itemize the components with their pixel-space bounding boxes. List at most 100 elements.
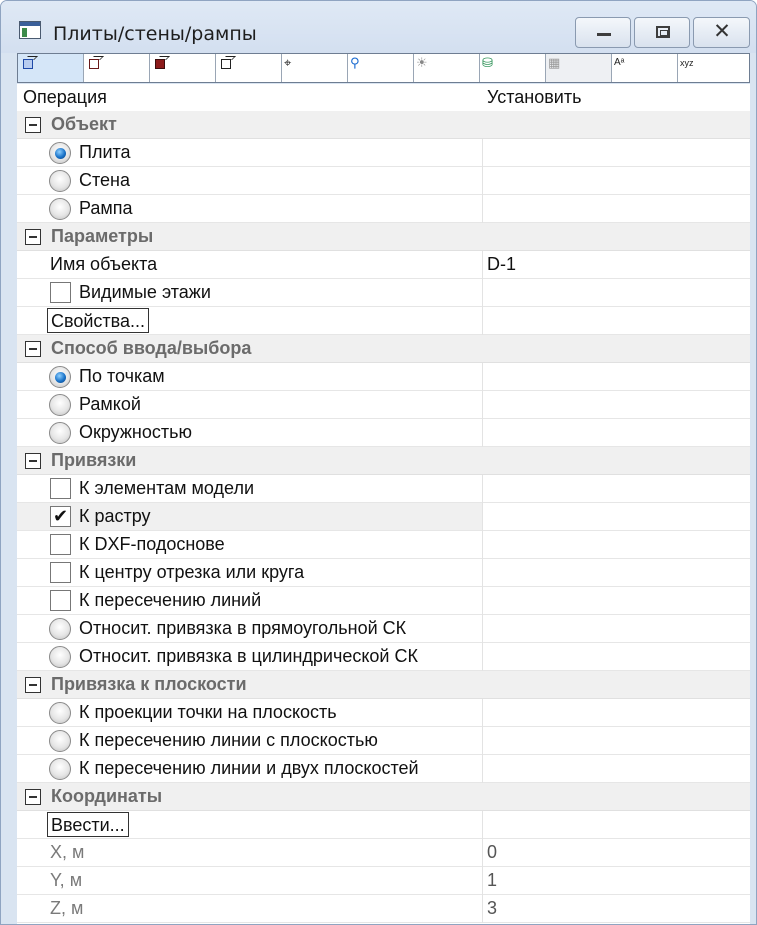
tool-database[interactable]: ⛁ (480, 54, 546, 82)
title-bar[interactable]: Плиты/стены/рампы ✕ (1, 1, 756, 53)
checkbox[interactable] (50, 590, 71, 611)
radio-button[interactable] (49, 170, 71, 192)
bulb-icon: ☀ (416, 55, 428, 70)
column-divider (482, 419, 483, 447)
checkbox-label[interactable]: Видимые этажи (79, 282, 211, 303)
section-header[interactable]: Привязки (17, 447, 750, 475)
radio-label[interactable]: К проекции точки на плоскость (79, 702, 337, 723)
section-header[interactable]: Привязка к плоскости (17, 671, 750, 699)
grid-row[interactable]: Рампа (17, 195, 750, 223)
checkbox-label[interactable]: К растру (79, 506, 151, 527)
grid-cell-operation: Y, м (17, 867, 482, 894)
radio-label[interactable]: К пересечению линии с плоскостью (79, 730, 378, 751)
grid-row[interactable]: Имя объекта D-1 (17, 251, 750, 279)
radio-button[interactable] (49, 730, 71, 752)
radio-label[interactable]: Рамкой (79, 394, 141, 415)
radio-button[interactable] (49, 366, 71, 388)
checkbox[interactable] (50, 534, 71, 555)
grid-row[interactable]: Стена (17, 167, 750, 195)
collapse-icon[interactable] (25, 453, 41, 469)
grid-row[interactable]: Плита (17, 139, 750, 167)
grid-row[interactable]: К центру отрезка или круга (17, 559, 750, 587)
radio-label[interactable]: К пересечению линии и двух плоскостей (79, 758, 419, 779)
cube-redline-icon (86, 56, 100, 70)
radio-button[interactable] (49, 646, 71, 668)
grid-row[interactable]: К проекции точки на плоскость (17, 699, 750, 727)
checkbox[interactable]: ✔ (50, 506, 71, 527)
field-value: 1 (487, 870, 498, 890)
grid-row[interactable]: X, м 0 (17, 839, 750, 867)
grid-cell-operation: Окружностью (17, 419, 482, 446)
tool-cube-blue[interactable] (18, 54, 84, 82)
tool-grid[interactable]: ▦ (546, 54, 612, 82)
grid-cell-operation: К проекции точки на плоскость (17, 699, 482, 726)
grid-row[interactable]: К пересечению линий (17, 587, 750, 615)
checkbox[interactable] (50, 478, 71, 499)
maximize-button[interactable] (634, 17, 690, 48)
radio-button[interactable] (49, 702, 71, 724)
grid-row[interactable]: ✔ К растру (17, 503, 750, 531)
collapse-icon[interactable] (25, 341, 41, 357)
tool-cube-red[interactable] (150, 54, 216, 82)
radio-button[interactable] (49, 422, 71, 444)
section-header[interactable]: Способ ввода/выбора (17, 335, 750, 363)
column-divider (482, 839, 483, 867)
radio-label[interactable]: Относит. привязка в цилиндрической СК (79, 646, 418, 667)
radio-button[interactable] (49, 198, 71, 220)
column-divider (482, 195, 483, 223)
checkbox-label[interactable]: К центру отрезка или круга (79, 562, 304, 583)
tool-text-scale[interactable]: Aᵃ (612, 54, 678, 82)
tool-zoom[interactable]: ⚲ (348, 54, 414, 82)
field-value[interactable]: D-1 (487, 254, 516, 275)
grid-row[interactable]: К DXF-подоснове (17, 531, 750, 559)
section-header[interactable]: Объект (17, 111, 750, 139)
checkbox[interactable] (50, 562, 71, 583)
radio-button[interactable] (49, 618, 71, 640)
grid-row[interactable]: К пересечению линии с плоскостью (17, 727, 750, 755)
grid-row[interactable]: Рамкой (17, 391, 750, 419)
grid-header: Операция Установить (17, 84, 750, 111)
minimize-button[interactable] (575, 17, 631, 48)
checkbox-label[interactable]: К пересечению линий (79, 590, 261, 611)
grid-row[interactable]: К элементам модели (17, 475, 750, 503)
grid-row[interactable]: Ввести... (17, 811, 750, 839)
radio-button[interactable] (49, 394, 71, 416)
radio-label[interactable]: Плита (79, 142, 131, 163)
section-header[interactable]: Параметры (17, 223, 750, 251)
radio-label[interactable]: По точкам (79, 366, 165, 387)
tool-coordinates[interactable]: xyz (678, 54, 749, 82)
grid-row[interactable]: Z, м 3 (17, 895, 750, 923)
checkbox-label[interactable]: К DXF-подоснове (79, 534, 225, 555)
radio-label[interactable]: Окружностью (79, 422, 192, 443)
grid-row[interactable]: Относит. привязка в цилиндрической СК (17, 643, 750, 671)
checkbox-label[interactable]: К элементам модели (79, 478, 254, 499)
checkbox[interactable] (50, 282, 71, 303)
action-button[interactable]: Ввести... (47, 812, 129, 837)
grid-row[interactable]: По точкам (17, 363, 750, 391)
column-divider (482, 755, 483, 783)
radio-button[interactable] (49, 758, 71, 780)
close-button[interactable]: ✕ (693, 17, 750, 48)
grid-row[interactable]: Видимые этажи (17, 279, 750, 307)
radio-label[interactable]: Стена (79, 170, 130, 191)
database-icon: ⛁ (482, 55, 493, 70)
grid-row[interactable]: Свойства... (17, 307, 750, 335)
tool-light[interactable]: ☀ (414, 54, 480, 82)
tool-move[interactable]: ⌖ (282, 54, 348, 82)
radio-button[interactable] (49, 142, 71, 164)
collapse-icon[interactable] (25, 789, 41, 805)
section-header[interactable]: Координаты (17, 783, 750, 811)
grid-row[interactable]: Относит. привязка в прямоугольной СК (17, 615, 750, 643)
collapse-icon[interactable] (25, 229, 41, 245)
radio-label[interactable]: Относит. привязка в прямоугольной СК (79, 618, 406, 639)
grid-cell-operation: К пересечению линий (17, 587, 482, 614)
tool-cube-outline[interactable] (216, 54, 282, 82)
collapse-icon[interactable] (25, 117, 41, 133)
grid-row[interactable]: Окружностью (17, 419, 750, 447)
collapse-icon[interactable] (25, 677, 41, 693)
tool-cube-redline[interactable] (84, 54, 150, 82)
grid-row[interactable]: К пересечению линии и двух плоскостей (17, 755, 750, 783)
action-button[interactable]: Свойства... (47, 308, 150, 333)
radio-label[interactable]: Рампа (79, 198, 133, 219)
grid-row[interactable]: Y, м 1 (17, 867, 750, 895)
